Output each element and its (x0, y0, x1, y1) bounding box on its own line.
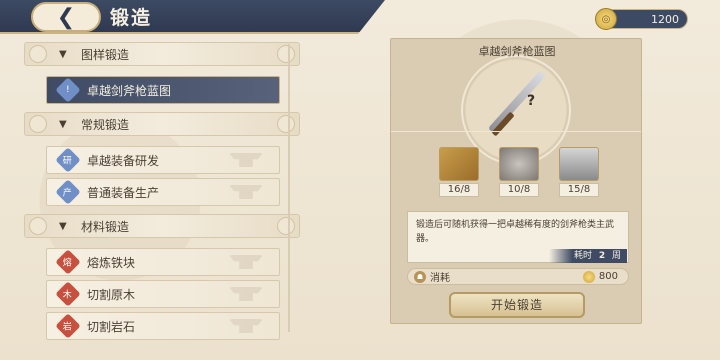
list-item-blueprint[interactable]: ! 卓越剑斧枪蓝图 (46, 76, 280, 104)
category-label: 常规锻造 (81, 117, 130, 132)
coin-icon: ◎ (595, 8, 617, 30)
anvil-icon (229, 319, 263, 333)
page-title: 锻造 (110, 7, 153, 29)
time-unit: 周 (611, 251, 621, 261)
category-deco-right (277, 45, 295, 63)
materials-row: 16/8 10/8 15/8 (435, 147, 605, 207)
category-material-forge[interactable]: ▼ 材料锻造 (24, 214, 300, 238)
back-arrow-icon: ❮ (56, 4, 76, 30)
gold-bars-icon (439, 147, 479, 181)
currency-display: ◎ 1200 (595, 8, 688, 30)
unknown-mark: ? (527, 93, 536, 109)
smelting-icon: 熔 (55, 249, 81, 275)
category-deco-left (29, 217, 47, 235)
list-scrollbar[interactable] (288, 44, 290, 332)
list-item-smelting[interactable]: 熔 熔炼铁块 (46, 248, 280, 276)
material-count: 10/8 (499, 183, 539, 197)
currency-amount: 1200 (651, 12, 679, 26)
material-steel-bar[interactable]: 15/8 (559, 147, 601, 197)
cost-label: 消耗 (430, 273, 450, 284)
category-deco-right (277, 115, 295, 133)
chevron-down-icon: ▼ (59, 48, 67, 60)
category-deco-left (29, 45, 47, 63)
list-item-label: 切割原木 (87, 287, 136, 302)
cost-row: ☗ 消耗 800 (407, 268, 629, 285)
production-icon: 产 (55, 179, 81, 205)
material-gold-bars[interactable]: 16/8 (439, 147, 481, 197)
research-icon: 研 (55, 147, 81, 173)
list-item-label: 普通装备生产 (87, 185, 160, 200)
coin-icon (582, 270, 595, 283)
start-forge-button[interactable]: 开始锻造 (449, 292, 585, 318)
category-regular-forge[interactable]: ▼ 常规锻造 (24, 112, 300, 136)
back-button[interactable]: ❮ (31, 2, 101, 32)
description-text: 锻造后可随机获得一把卓越稀有度的剑斧枪类主武器。 (416, 220, 615, 244)
material-ore[interactable]: 10/8 (499, 147, 541, 197)
cost-value: 800 (598, 271, 618, 282)
woodcut-icon: 木 (55, 281, 81, 307)
list-item-stonecut[interactable]: 岩 切割岩石 (46, 312, 280, 340)
bag-icon: ☗ (414, 270, 426, 283)
category-blueprint-forge[interactable]: ▼ 图样锻造 (24, 42, 300, 66)
category-deco-left (29, 115, 47, 133)
divider (391, 131, 641, 145)
ore-icon (499, 147, 539, 181)
time-value: 2 (598, 251, 606, 261)
forge-list: ▼ 图样锻造 ! 卓越剑斧枪蓝图 ▼ 常规锻造 研 卓越装备研发 产 普通装备生… (24, 40, 302, 340)
category-label: 图样锻造 (81, 47, 130, 62)
steel-bar-icon (559, 147, 599, 181)
list-item-label: 卓越装备研发 (87, 153, 160, 168)
blueprint-name: 卓越剑斧枪蓝图 (478, 45, 556, 58)
list-item-label: 熔炼铁块 (87, 255, 136, 270)
anvil-icon (229, 287, 263, 301)
material-count: 15/8 (559, 183, 599, 197)
chevron-down-icon: ▼ (59, 118, 67, 130)
list-item-production[interactable]: 产 普通装备生产 (46, 178, 280, 206)
detail-panel: ? 卓越剑斧枪蓝图 16/8 10/8 15/8 锻造后可随机获得一把卓越稀有度… (390, 38, 642, 324)
chevron-down-icon: ▼ (59, 220, 67, 232)
list-item-label: 切割岩石 (87, 319, 136, 334)
category-deco-right (277, 217, 295, 235)
category-label: 材料锻造 (81, 219, 130, 234)
time-badge: 耗时 2 周 (549, 249, 627, 263)
anvil-icon (229, 153, 263, 167)
stonecut-icon: 岩 (55, 313, 81, 339)
material-count: 16/8 (439, 183, 479, 197)
anvil-icon (229, 185, 263, 199)
list-item-woodcut[interactable]: 木 切割原木 (46, 280, 280, 308)
anvil-icon (229, 255, 263, 269)
list-item-research[interactable]: 研 卓越装备研发 (46, 146, 280, 174)
blueprint-icon: ! (55, 77, 81, 103)
time-label: 耗时 (573, 251, 592, 261)
list-item-label: 卓越剑斧枪蓝图 (87, 83, 172, 98)
